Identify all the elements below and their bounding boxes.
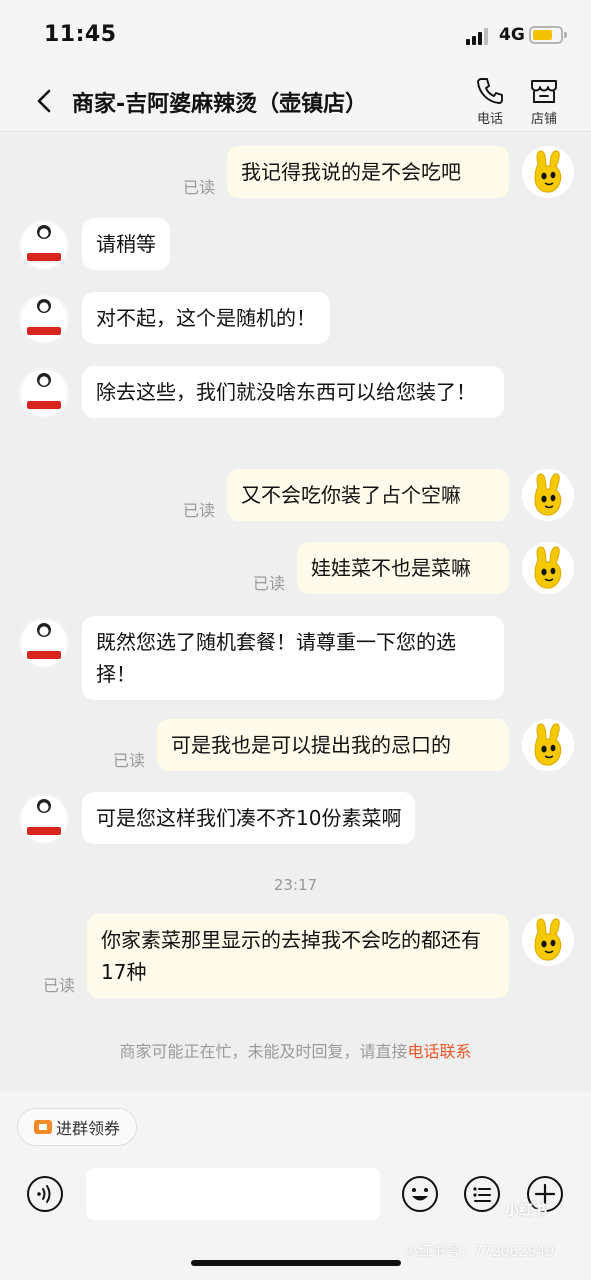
shop-logo-icon xyxy=(19,220,69,270)
yellow-rabbit-avatar-icon xyxy=(534,473,562,516)
shop-avatar[interactable] xyxy=(19,368,69,418)
network-label: 4G xyxy=(499,25,525,45)
message-bubble-outgoing[interactable]: 娃娃菜不也是菜嘛 xyxy=(297,542,509,594)
message-bubble-incoming[interactable]: 请稍等 xyxy=(82,218,170,270)
join-group-coupon-button[interactable]: 进群领券 xyxy=(17,1108,138,1146)
phone-icon xyxy=(477,78,503,104)
shop-avatar[interactable] xyxy=(19,618,69,668)
yellow-rabbit-avatar-icon xyxy=(534,918,562,961)
user-avatar[interactable] xyxy=(522,914,574,966)
chevron-left-icon xyxy=(37,89,51,113)
shop-avatar[interactable] xyxy=(19,794,69,844)
status-bar: 11:45 4G xyxy=(0,0,591,70)
message-timestamp: 23:17 xyxy=(273,876,318,894)
watermark-text: 小红书号：772062940 xyxy=(404,1244,555,1260)
read-receipt: 已读 xyxy=(43,976,76,995)
read-receipt: 已读 xyxy=(253,574,286,593)
call-contact-link[interactable]: 电话联系 xyxy=(408,1042,472,1061)
shop-logo-icon xyxy=(19,294,69,344)
voice-button[interactable] xyxy=(25,1174,65,1214)
user-avatar[interactable] xyxy=(522,719,574,771)
yellow-rabbit-avatar-icon xyxy=(534,150,562,193)
shop-avatar[interactable] xyxy=(19,294,69,344)
merchant-busy-notice: 商家可能正在忙，未能及时回复，请直接电话联系 xyxy=(0,1038,591,1062)
chip-label: 进群领券 xyxy=(56,1119,121,1138)
menu-icon xyxy=(464,1176,500,1212)
chat-list: 已读 我记得我说的是不会吃吧 请稍等 对不起，这个是随机的！ 除去这些，我们就没… xyxy=(0,132,591,1092)
shop-logo-icon xyxy=(19,368,69,418)
shop-avatar[interactable] xyxy=(19,220,69,270)
yellow-rabbit-avatar-icon xyxy=(534,723,562,766)
user-avatar[interactable] xyxy=(522,469,574,521)
user-avatar[interactable] xyxy=(522,542,574,594)
user-avatar[interactable] xyxy=(522,146,574,198)
read-receipt: 已读 xyxy=(183,501,216,520)
coupon-icon xyxy=(34,1120,52,1134)
phone-button[interactable]: 电话 xyxy=(465,76,515,128)
read-receipt: 已读 xyxy=(183,178,216,197)
message-bubble-outgoing[interactable]: 你家素菜那里显示的去掉我不会吃的都还有17种 xyxy=(87,914,509,998)
signal-icon xyxy=(466,27,492,45)
message-bubble-incoming[interactable]: 既然您选了随机套餐！请尊重一下您的选择！ xyxy=(82,616,504,700)
back-button[interactable] xyxy=(30,84,60,118)
message-bubble-outgoing[interactable]: 可是我也是可以提出我的忌口的 xyxy=(157,719,509,771)
message-bubble-outgoing[interactable]: 我记得我说的是不会吃吧 xyxy=(227,146,509,198)
voice-icon xyxy=(27,1176,63,1212)
store-label: 店铺 xyxy=(530,112,557,127)
watermark-logo: 小红书 xyxy=(505,1203,547,1219)
emoji-button[interactable] xyxy=(400,1174,440,1214)
message-bubble-incoming[interactable]: 除去这些，我们就没啥东西可以给您装了！ xyxy=(82,366,504,418)
status-time: 11:45 xyxy=(44,22,117,47)
shop-logo-icon xyxy=(19,618,69,668)
notice-text: 商家可能正在忙，未能及时回复，请直接 xyxy=(119,1042,408,1061)
message-bubble-outgoing[interactable]: 又不会吃你装了占个空嘛 xyxy=(227,469,509,521)
home-indicator xyxy=(191,1260,401,1266)
read-receipt: 已读 xyxy=(113,751,146,770)
chat-header: 商家-吉阿婆麻辣烫（壶镇店） 电话 店铺 xyxy=(0,70,591,132)
menu-button[interactable] xyxy=(462,1174,502,1214)
emoji-icon xyxy=(402,1176,438,1212)
yellow-rabbit-avatar-icon xyxy=(534,546,562,589)
page-title: 商家-吉阿婆麻辣烫（壶镇店） xyxy=(72,92,368,117)
message-input[interactable] xyxy=(86,1168,380,1220)
message-bubble-incoming[interactable]: 对不起，这个是随机的！ xyxy=(82,292,330,344)
phone-label: 电话 xyxy=(476,112,503,127)
store-button[interactable]: 店铺 xyxy=(519,76,569,128)
message-bubble-incoming[interactable]: 可是您这样我们凑不齐10份素菜啊 xyxy=(82,792,416,844)
shop-logo-icon xyxy=(19,794,69,844)
store-icon xyxy=(531,80,557,103)
battery-icon xyxy=(529,26,567,44)
